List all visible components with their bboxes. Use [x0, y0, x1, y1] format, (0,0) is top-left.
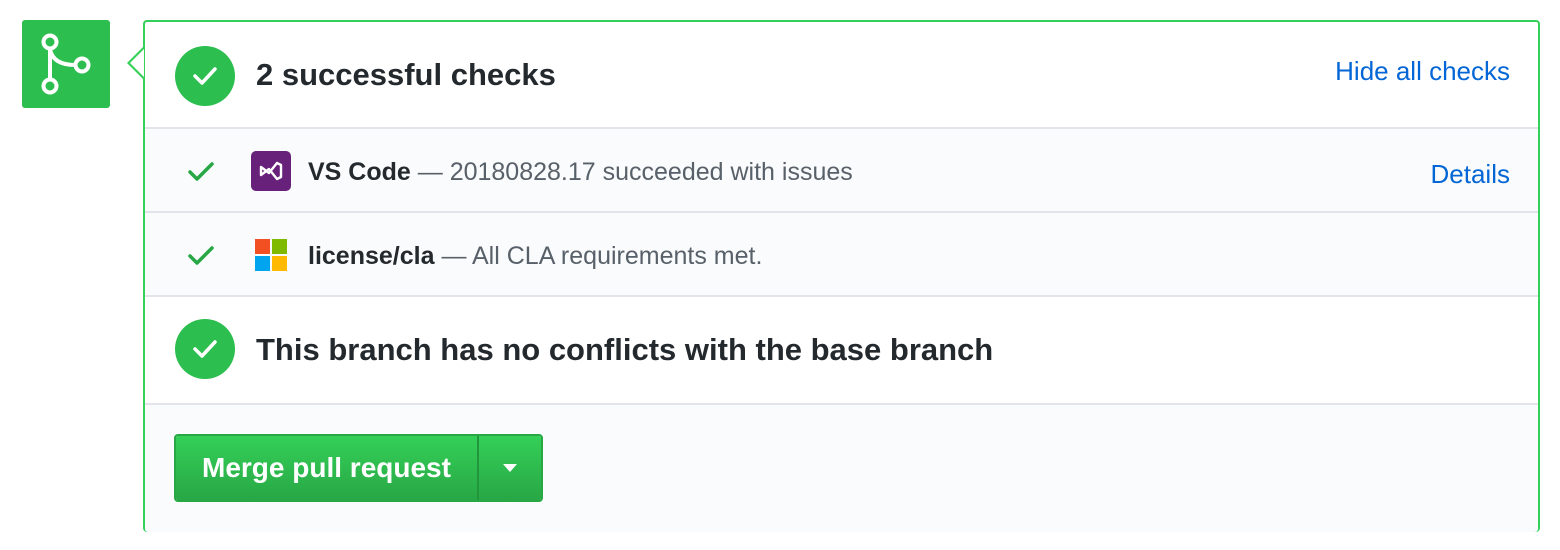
conflicts-title: This branch has no conflicts with the ba… [256, 332, 994, 367]
checks-summary-title: 2 successful checks [256, 57, 556, 92]
git-merge-icon [22, 20, 110, 108]
merge-button-group: Merge pull request [174, 434, 543, 502]
merge-pull-request-button[interactable]: Merge pull request [176, 436, 477, 500]
caret-down-icon [502, 461, 518, 476]
merge-actions: Merge pull request [145, 405, 1538, 532]
visual-studio-logo [251, 151, 291, 191]
panel-caret-fill [130, 49, 144, 77]
status-check-text: VS Code — 20180828.17 succeeded with iss… [308, 158, 853, 187]
status-check-context: VS Code [308, 158, 411, 186]
details-link[interactable]: Details [1431, 159, 1510, 190]
check-circle-icon [175, 319, 235, 379]
conflicts-status: This branch has no conflicts with the ba… [145, 297, 1538, 405]
check-icon [187, 244, 215, 268]
status-check-context: license/cla [308, 242, 435, 270]
status-check-description: — All CLA requirements met. [441, 242, 763, 270]
status-check-row: VS Code — 20180828.17 succeeded with iss… [145, 129, 1538, 213]
merge-status-panel: 2 successful checks Hide all checks VS C… [143, 20, 1540, 532]
microsoft-logo [251, 235, 291, 275]
status-check-row: license/cla — All CLA requirements met. [145, 213, 1538, 297]
merge-method-dropdown-button[interactable] [476, 436, 541, 500]
check-icon [187, 160, 215, 184]
status-check-description: — 20180828.17 succeeded with issues [417, 158, 853, 186]
hide-all-checks-link[interactable]: Hide all checks [1335, 56, 1510, 87]
checks-summary: 2 successful checks Hide all checks [145, 22, 1538, 129]
check-circle-icon [175, 46, 235, 106]
status-check-text: license/cla — All CLA requirements met. [308, 242, 762, 271]
